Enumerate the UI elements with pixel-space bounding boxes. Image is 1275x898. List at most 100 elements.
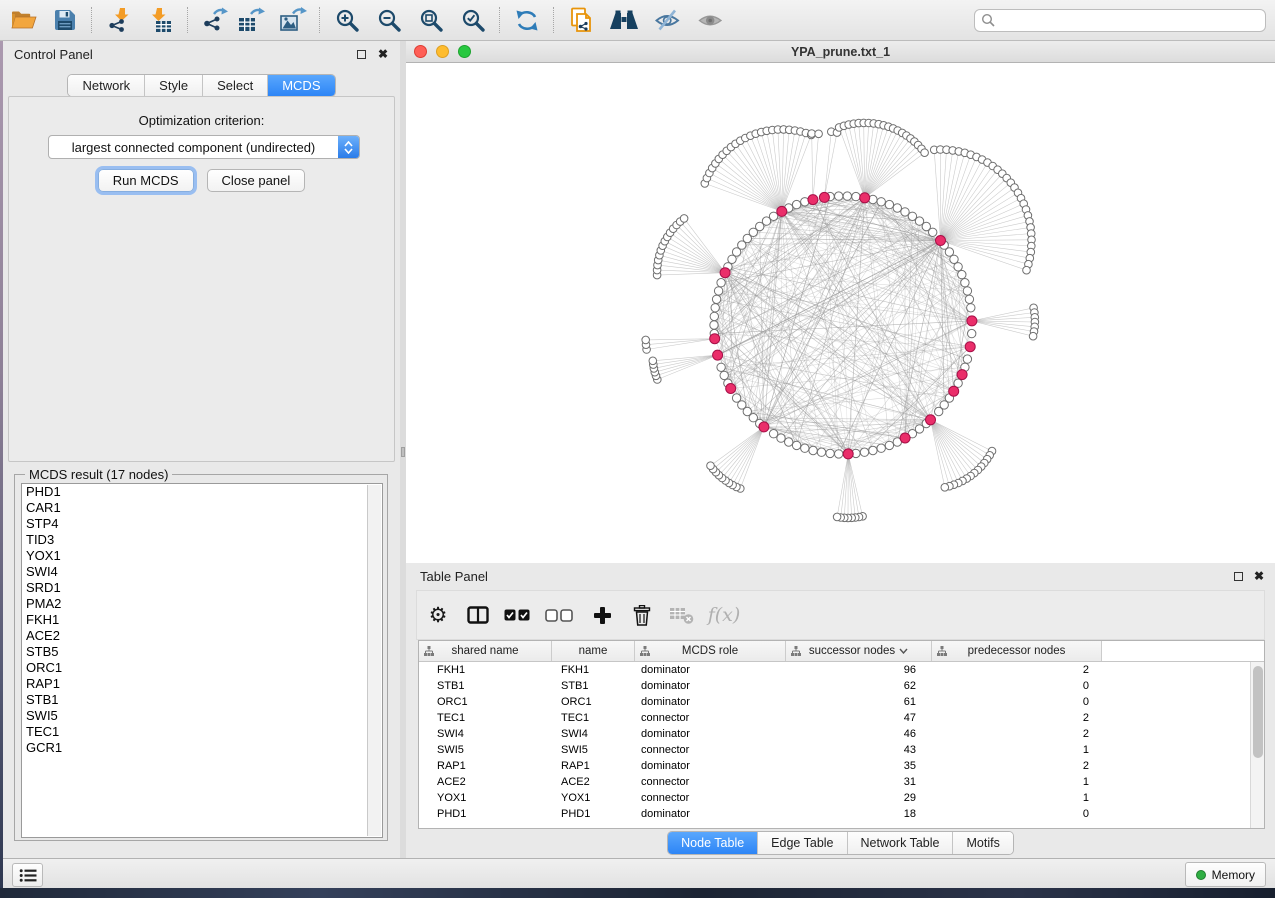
mcds-result-item[interactable]: STP4 [22, 516, 382, 532]
network-node[interactable] [954, 263, 962, 271]
maximize-window-icon[interactable] [458, 45, 471, 58]
network-node[interactable] [877, 198, 885, 206]
table-mode-button[interactable]: ⚙ [417, 598, 459, 632]
network-mcds-hub-node[interactable] [957, 370, 967, 380]
mcds-result-item[interactable]: SWI5 [22, 708, 382, 724]
zoom-selected-button[interactable] [456, 5, 490, 35]
network-node[interactable] [860, 448, 868, 456]
network-mcds-hub-node[interactable] [949, 386, 959, 396]
network-satellite-node[interactable] [680, 215, 688, 223]
network-satellite-node[interactable] [649, 357, 657, 365]
network-node[interactable] [935, 407, 943, 415]
mcds-result-item[interactable]: ACE2 [22, 628, 382, 644]
column-header-predecessor-nodes[interactable]: predecessor nodes [932, 641, 1102, 661]
table-row-ORC1[interactable]: ORC1ORC1dominator610 [419, 694, 1264, 710]
float-panel-icon[interactable] [1234, 572, 1243, 581]
network-node[interactable] [801, 444, 809, 452]
network-mcds-hub-node[interactable] [843, 449, 853, 459]
network-node[interactable] [965, 295, 973, 303]
network-mcds-hub-node[interactable] [819, 192, 829, 202]
mcds-result-item[interactable]: STB5 [22, 644, 382, 660]
table-row-SWI5[interactable]: SWI5SWI5connector431 [419, 742, 1264, 758]
network-satellite-node[interactable] [833, 513, 841, 521]
network-node[interactable] [877, 444, 885, 452]
close-panel-icon[interactable]: ✖ [378, 46, 388, 62]
tab-style[interactable]: Style [145, 75, 203, 96]
network-node[interactable] [769, 212, 777, 220]
network-node[interactable] [732, 394, 740, 402]
zoom-out-button[interactable] [372, 5, 406, 35]
network-node[interactable] [785, 438, 793, 446]
export-image-button[interactable] [276, 5, 310, 35]
network-satellite-node[interactable] [941, 484, 949, 492]
table-row-ACE2[interactable]: ACE2ACE2connector311 [419, 774, 1264, 790]
network-mcds-hub-node[interactable] [720, 268, 730, 278]
table-row-YOX1[interactable]: YOX1YOX1connector291 [419, 790, 1264, 806]
network-node[interactable] [885, 441, 893, 449]
network-satellite-node[interactable] [1029, 332, 1037, 340]
mcds-result-item[interactable]: SWI4 [22, 564, 382, 580]
column-header-MCDS-role[interactable]: MCDS role [635, 641, 786, 661]
column-header-name[interactable]: name [552, 641, 635, 661]
network-mcds-hub-node[interactable] [967, 316, 977, 326]
network-mcds-hub-node[interactable] [926, 415, 936, 425]
network-node[interactable] [714, 287, 722, 295]
mcds-result-item[interactable]: SRD1 [22, 580, 382, 596]
global-search-field[interactable] [974, 9, 1266, 32]
tab-node-table[interactable]: Node Table [668, 832, 758, 854]
zoom-in-button[interactable] [330, 5, 364, 35]
network-mcds-hub-node[interactable] [965, 342, 975, 352]
table-row-STB1[interactable]: STB1STB1dominator620 [419, 678, 1264, 694]
table-row-TEC1[interactable]: TEC1TEC1connector472 [419, 710, 1264, 726]
network-node[interactable] [817, 448, 825, 456]
run-mcds-button[interactable]: Run MCDS [98, 169, 194, 192]
network-mcds-hub-node[interactable] [860, 193, 870, 203]
search-input[interactable] [996, 12, 1265, 28]
network-node[interactable] [950, 255, 958, 263]
network-node[interactable] [792, 441, 800, 449]
network-node[interactable] [720, 371, 728, 379]
minimize-window-icon[interactable] [436, 45, 449, 58]
network-node[interactable] [712, 295, 720, 303]
network-node[interactable] [843, 192, 851, 200]
network-node[interactable] [717, 363, 725, 371]
close-window-icon[interactable] [414, 45, 427, 58]
show-hide-columns-button[interactable] [459, 598, 497, 632]
save-session-button[interactable] [48, 5, 82, 35]
network-mcds-hub-node[interactable] [936, 236, 946, 246]
network-node[interactable] [835, 450, 843, 458]
mcds-result-item[interactable]: RAP1 [22, 676, 382, 692]
deselect-all-rows-button[interactable] [537, 598, 581, 632]
table-scrollbar[interactable] [1250, 662, 1264, 828]
network-mcds-hub-node[interactable] [759, 422, 769, 432]
network-node[interactable] [869, 446, 877, 454]
first-neighbors-button[interactable] [607, 5, 641, 35]
import-table-button[interactable] [144, 5, 178, 35]
import-network-button[interactable] [102, 5, 136, 35]
network-mcds-hub-node[interactable] [726, 384, 736, 394]
network-node[interactable] [893, 204, 901, 212]
mcds-result-item[interactable]: STB1 [22, 692, 382, 708]
table-row-FKH1[interactable]: FKH1FKH1dominator962 [419, 662, 1264, 678]
tab-motifs[interactable]: Motifs [953, 832, 1012, 854]
network-node[interactable] [885, 200, 893, 208]
criterion-select[interactable]: largest connected component (undirected) [48, 135, 360, 159]
mcds-result-item[interactable]: PHD1 [22, 484, 382, 500]
refresh-view-button[interactable] [510, 5, 544, 35]
hide-selected-button[interactable] [650, 5, 684, 35]
show-panels-list-button[interactable] [12, 863, 43, 887]
network-node[interactable] [963, 355, 971, 363]
column-header-shared-name[interactable]: shared name [419, 641, 552, 661]
network-node[interactable] [769, 430, 777, 438]
table-scrollbar-thumb[interactable] [1253, 666, 1263, 758]
network-satellite-node[interactable] [921, 149, 929, 157]
show-all-button[interactable] [693, 5, 727, 35]
table-row-SWI4[interactable]: SWI4SWI4dominator462 [419, 726, 1264, 742]
clone-network-button[interactable] [564, 5, 598, 35]
mcds-result-item[interactable]: CAR1 [22, 500, 382, 516]
close-panel-button[interactable]: Close panel [207, 169, 306, 192]
network-mcds-hub-node[interactable] [713, 350, 723, 360]
open-session-button[interactable] [6, 5, 40, 35]
mcds-result-item[interactable]: YOX1 [22, 548, 382, 564]
network-node[interactable] [967, 304, 975, 312]
